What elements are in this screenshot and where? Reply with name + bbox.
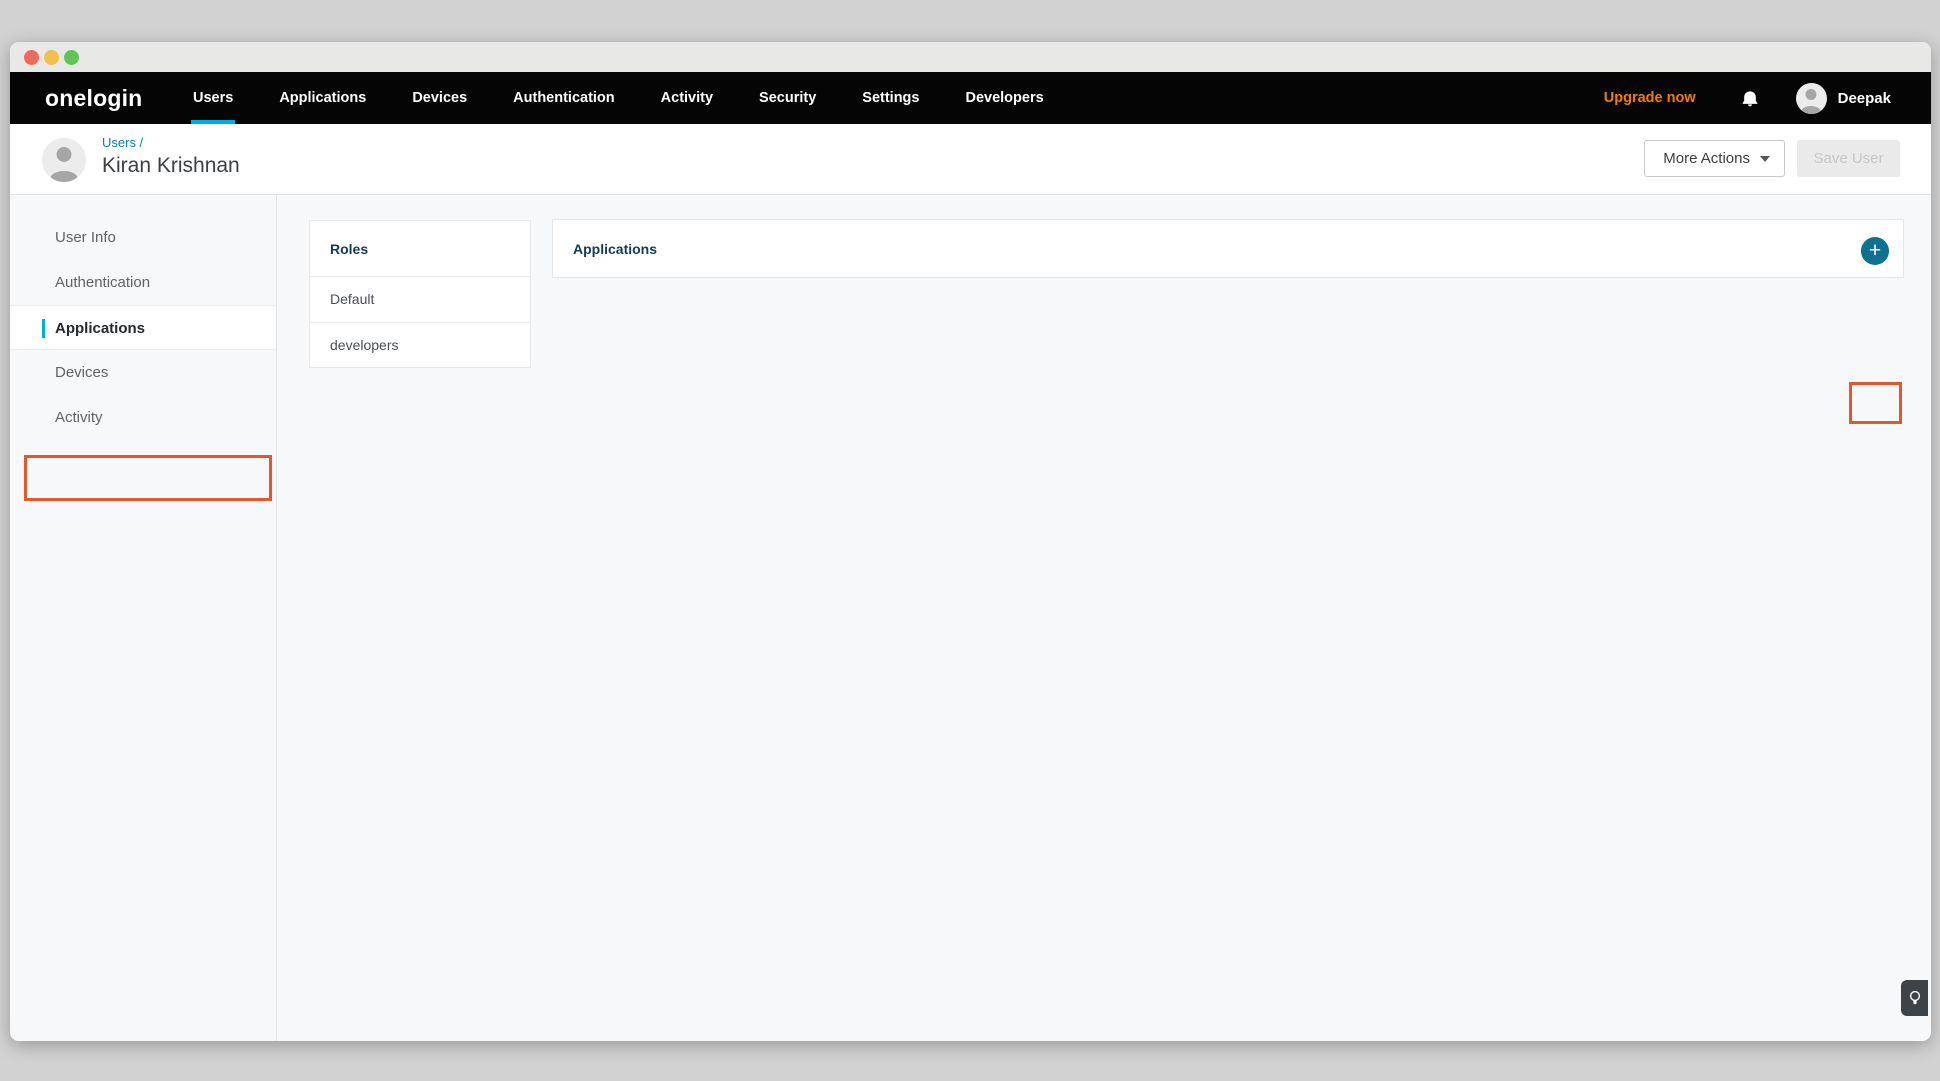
applications-panel-title: Applications [553, 220, 1903, 279]
more-actions-button[interactable]: More Actions [1644, 140, 1785, 177]
account-name[interactable]: Deepak [1838, 90, 1891, 107]
onelogin-logo: onelogin [45, 72, 142, 124]
account-avatar[interactable] [1796, 83, 1827, 114]
roles-panel-title: Roles [310, 221, 530, 277]
nav-tab-authentication[interactable]: Authentication [513, 72, 615, 124]
upgrade-now-link[interactable]: Upgrade now [1604, 90, 1696, 106]
nav-tab-security[interactable]: Security [759, 72, 816, 124]
page-title: Kiran Krishnan [102, 154, 240, 178]
plus-icon: + [1869, 240, 1881, 261]
sidebar-item-label: Applications [55, 320, 145, 337]
navbar-right-group: Upgrade now Deepak [1604, 72, 1891, 124]
user-avatar [42, 138, 86, 182]
more-actions-label: More Actions [1663, 150, 1750, 167]
breadcrumb[interactable]: Users / [102, 135, 143, 150]
nav-tab-developers[interactable]: Developers [965, 72, 1043, 124]
nav-tab-users[interactable]: Users [193, 72, 233, 124]
nav-tab-settings[interactable]: Settings [862, 72, 919, 124]
sidebar-item-user-info[interactable]: User Info [10, 215, 276, 260]
save-user-button: Save User [1797, 140, 1900, 177]
chevron-down-icon [1760, 156, 1770, 162]
sidebar-item-applications[interactable]: Applications [10, 305, 276, 350]
minimize-button[interactable] [44, 50, 59, 65]
role-row-developers[interactable]: developers [310, 322, 530, 367]
sidebar-item-devices[interactable]: Devices [10, 350, 276, 395]
primary-nav: Users Applications Devices Authenticatio… [193, 72, 1044, 124]
window-titlebar [10, 42, 1931, 72]
add-application-button[interactable]: + [1861, 237, 1889, 265]
zoom-button[interactable] [64, 50, 79, 65]
user-section-sidebar: User Info Authentication Applications De… [10, 195, 277, 1041]
active-indicator-bar [42, 319, 45, 338]
applications-panel: Applications + [552, 219, 1904, 278]
notification-bell-icon[interactable] [1740, 87, 1760, 109]
nav-tab-activity[interactable]: Activity [661, 72, 713, 124]
nav-tab-applications[interactable]: Applications [279, 72, 366, 124]
user-page-header: Users / Kiran Krishnan More Actions Save… [10, 124, 1931, 195]
close-button[interactable] [24, 50, 39, 65]
browser-window: onelogin Users Applications Devices Auth… [10, 42, 1931, 1041]
top-navbar: onelogin Users Applications Devices Auth… [10, 72, 1931, 124]
annotation-box-add-button [1849, 382, 1902, 424]
role-row-default[interactable]: Default [310, 277, 530, 322]
roles-panel: Roles Default developers [309, 220, 531, 368]
sidebar-item-activity[interactable]: Activity [10, 395, 276, 440]
nav-tab-devices[interactable]: Devices [412, 72, 467, 124]
lightbulb-icon [1909, 990, 1921, 1007]
content-area: User Info Authentication Applications De… [10, 195, 1931, 1041]
sidebar-item-authentication[interactable]: Authentication [10, 260, 276, 305]
help-lightbulb-tab[interactable] [1901, 980, 1928, 1016]
